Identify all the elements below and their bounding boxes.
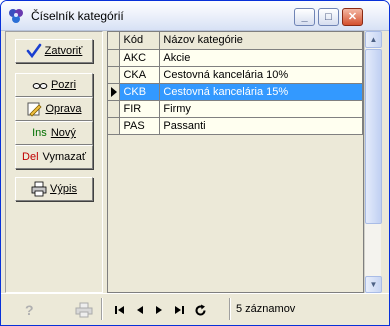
scroll-thumb[interactable] xyxy=(365,49,382,224)
table-row[interactable]: FIR Firmy xyxy=(108,100,363,118)
view-button-label: Pozri xyxy=(50,79,77,91)
previous-record-icon xyxy=(137,306,143,314)
table-row[interactable]: CKA Cestovná kancelária 10% xyxy=(108,66,363,84)
record-count: 5 záznamov xyxy=(236,303,296,315)
first-record-icon xyxy=(115,306,124,314)
first-record-button[interactable] xyxy=(113,303,127,317)
grid-header: Kód Názov kategórie xyxy=(108,32,363,50)
new-button[interactable]: Ins Nový xyxy=(15,121,93,145)
glasses-icon xyxy=(32,83,48,89)
status-separator xyxy=(101,298,103,320)
new-button-label: Nový xyxy=(50,127,76,139)
previous-record-button[interactable] xyxy=(133,303,147,317)
window-title: Číselník kategórií xyxy=(31,9,124,23)
cell-code[interactable]: AKC xyxy=(119,49,161,67)
cell-code[interactable]: CKA xyxy=(119,66,161,84)
next-record-button[interactable] xyxy=(152,303,166,317)
close-button[interactable]: Zatvoriť xyxy=(15,39,93,63)
status-bar: ? 5 záznamov xyxy=(1,293,389,325)
column-header-code[interactable]: Kód xyxy=(119,32,161,50)
cell-name[interactable]: Akcie xyxy=(159,49,363,67)
print-button-label: Výpis xyxy=(50,183,77,195)
window: Číselník kategórií _ □ ✕ Zatvoriť Pozri xyxy=(0,0,390,326)
header-indicator-cell xyxy=(108,32,121,50)
row-indicator xyxy=(108,49,121,67)
cell-code[interactable]: CKB xyxy=(119,83,161,101)
pencil-icon xyxy=(27,102,43,117)
cell-code[interactable]: FIR xyxy=(119,100,161,118)
close-icon: ✕ xyxy=(347,10,358,23)
edit-button[interactable]: Oprava xyxy=(15,97,93,121)
help-icon[interactable]: ? xyxy=(25,302,41,318)
table-row[interactable]: AKC Akcie xyxy=(108,49,363,67)
table-row-selected[interactable]: CKB Cestovná kancelária 15% xyxy=(108,83,363,101)
table-row[interactable]: PAS Passanti xyxy=(108,117,363,135)
checkmark-icon xyxy=(26,43,41,59)
last-record-button[interactable] xyxy=(172,303,186,317)
new-shortcut-key: Ins xyxy=(32,127,47,139)
delete-shortcut-key: Del xyxy=(22,151,39,163)
cell-code[interactable]: PAS xyxy=(119,117,161,135)
maximize-icon: □ xyxy=(325,10,332,23)
row-indicator xyxy=(108,117,121,135)
categories-grid[interactable]: Kód Názov kategórie AKC Akcie CKA Cestov… xyxy=(107,31,364,293)
delete-button-label: Vymazať xyxy=(42,151,86,163)
chevron-down-icon: ▼ xyxy=(369,280,378,289)
refresh-icon xyxy=(195,304,205,315)
cell-name[interactable]: Cestovná kancelária 15% xyxy=(159,83,363,101)
row-indicator xyxy=(108,100,121,118)
maximize-button[interactable]: □ xyxy=(318,8,339,26)
cell-name[interactable]: Firmy xyxy=(159,100,363,118)
printer-icon xyxy=(31,181,47,197)
last-record-icon xyxy=(175,306,184,314)
cell-name[interactable]: Cestovná kancelária 10% xyxy=(159,66,363,84)
printer-icon[interactable] xyxy=(75,302,93,318)
close-button-label: Zatvoriť xyxy=(44,45,83,57)
title-bar[interactable]: Číselník kategórií _ □ ✕ xyxy=(1,1,389,31)
scroll-up-button[interactable]: ▲ xyxy=(365,31,382,48)
refresh-button[interactable] xyxy=(193,303,207,317)
cell-name[interactable]: Passanti xyxy=(159,117,363,135)
close-window-button[interactable]: ✕ xyxy=(342,8,363,26)
edit-button-label: Oprava xyxy=(45,103,82,115)
print-button[interactable]: Výpis xyxy=(15,177,93,201)
minimize-icon: _ xyxy=(301,10,308,23)
row-indicator xyxy=(108,66,121,84)
vertical-scrollbar[interactable]: ▲ ▼ xyxy=(364,31,382,293)
delete-button[interactable]: Del Vymazať xyxy=(15,145,93,169)
status-separator xyxy=(229,298,231,320)
chevron-up-icon: ▲ xyxy=(369,35,378,44)
column-header-name[interactable]: Názov kategórie xyxy=(159,32,363,50)
next-record-icon xyxy=(156,306,162,314)
minimize-button[interactable]: _ xyxy=(294,8,315,26)
app-icon xyxy=(9,9,23,23)
current-row-arrow-icon xyxy=(111,86,117,97)
row-indicator-current xyxy=(108,83,121,101)
scroll-down-button[interactable]: ▼ xyxy=(365,276,382,293)
view-button[interactable]: Pozri xyxy=(15,73,93,97)
